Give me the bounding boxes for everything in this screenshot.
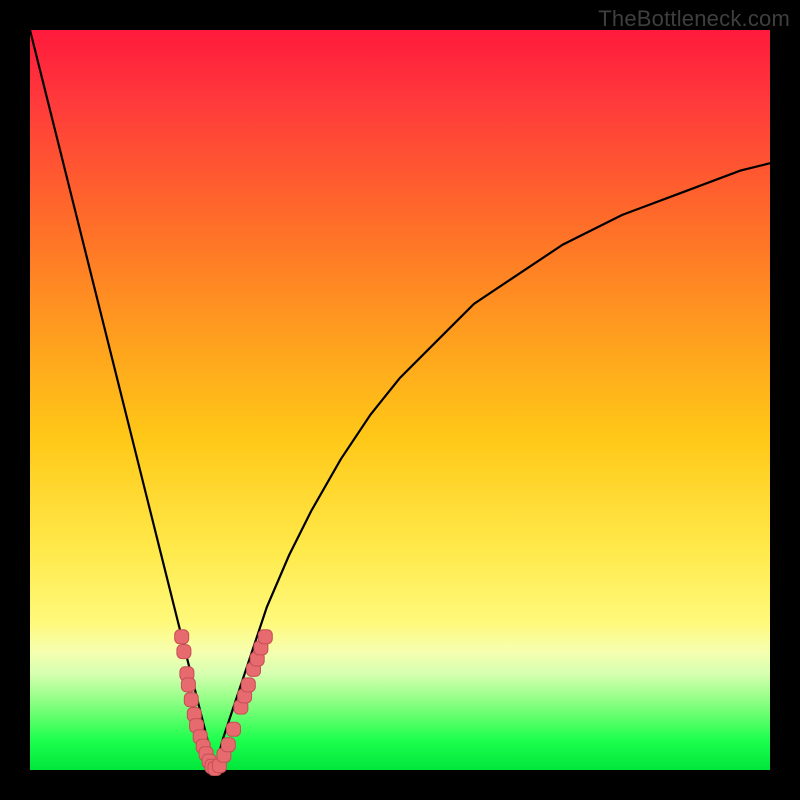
data-marker (241, 678, 255, 692)
curve-path (30, 30, 770, 770)
plot-area (30, 30, 770, 770)
data-marker (177, 645, 191, 659)
watermark-text: TheBottleneck.com (598, 6, 790, 32)
bottleneck-curve (30, 30, 770, 770)
chart-frame: TheBottleneck.com (0, 0, 800, 800)
data-marker (184, 693, 198, 707)
data-marker (181, 678, 195, 692)
data-marker (221, 738, 235, 752)
markers-group (175, 630, 273, 776)
data-marker (227, 722, 241, 736)
data-marker (258, 630, 272, 644)
data-marker (175, 630, 189, 644)
